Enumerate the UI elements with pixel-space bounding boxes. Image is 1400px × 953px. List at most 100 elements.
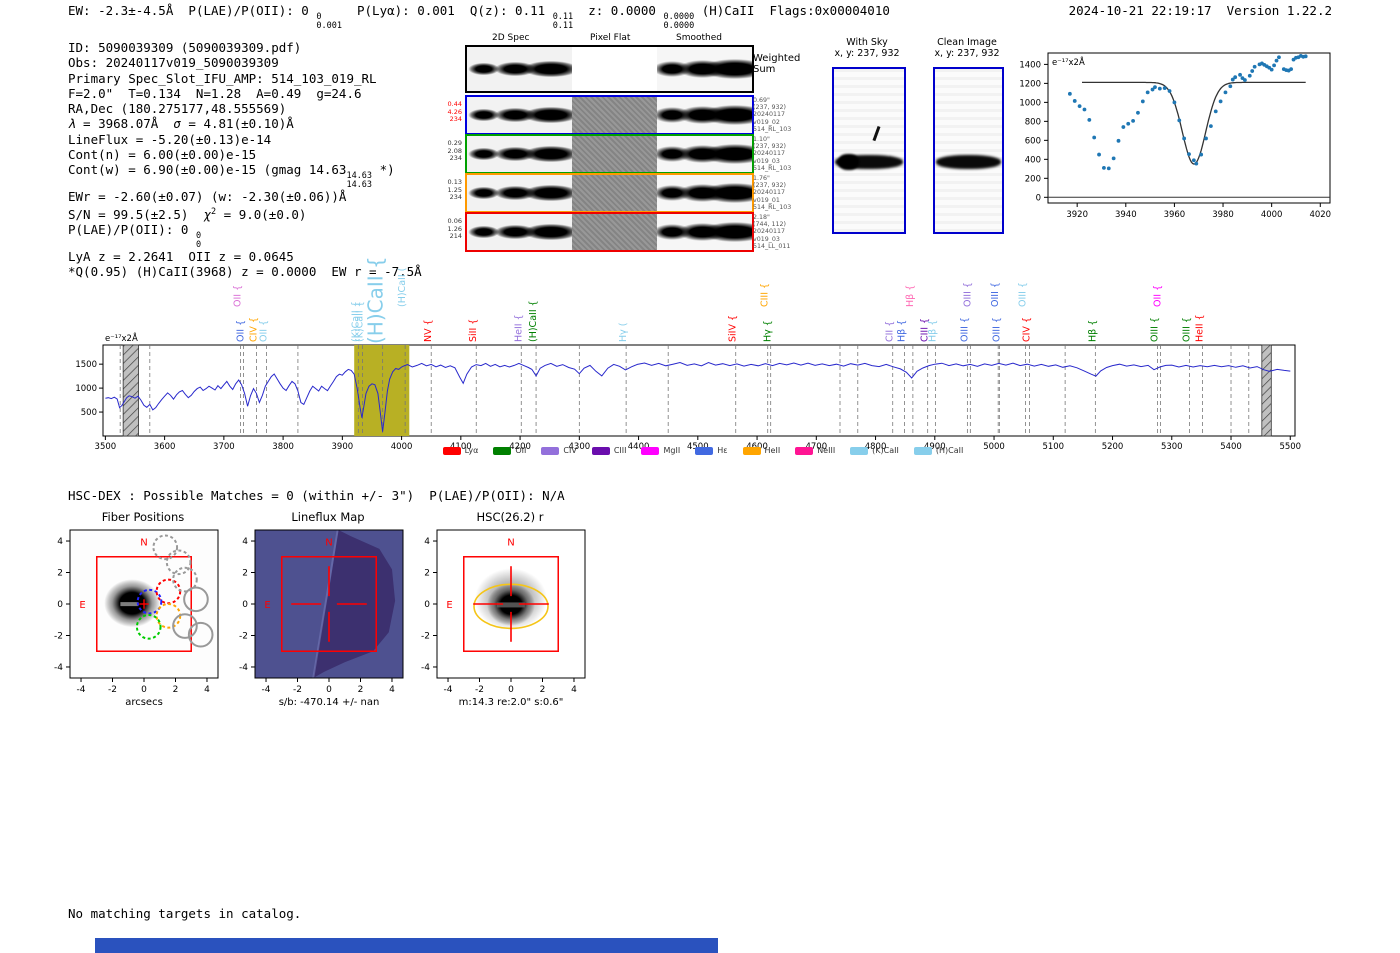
svg-text:-2: -2 (54, 631, 63, 641)
spectrum-point (1153, 85, 1157, 90)
legend-swatch (695, 446, 714, 455)
legend-item: Hε (695, 446, 728, 455)
panel-xlabel: arcsecs (125, 697, 163, 708)
emission-line-label: Hβ { (905, 285, 916, 307)
svg-text:1000: 1000 (1019, 98, 1041, 108)
pixel-flat-image (572, 136, 657, 172)
col-pixel-flat: Pixel Flat (590, 33, 631, 43)
spectrum-point (1177, 118, 1182, 123)
info-line: Primary Spec_Slot_IFU_AMP: 514_103_019_R… (68, 70, 377, 86)
svg-text:4: 4 (389, 685, 395, 695)
svg-text:4: 4 (242, 537, 248, 547)
svg-text:-2: -2 (475, 685, 484, 695)
version-label: Version 1.22.2 (1226, 3, 1332, 18)
svg-text:2: 2 (540, 685, 546, 695)
emission-line-label: OII { (259, 320, 270, 342)
north-label: N (140, 538, 147, 549)
svg-text:0: 0 (424, 600, 430, 610)
info-line: F=2.0" T=0.134 N=1.28 A=0.49 g=24.6 (68, 85, 362, 101)
fiber-positions-panel: -4 -4 -2 -2 0 0 2 2 4 4 arcsecs N E (54, 529, 219, 708)
spectrum-point (1182, 136, 1187, 141)
row-annotation: Weighted Sum (753, 53, 801, 75)
legend-swatch (742, 446, 761, 455)
svg-text:4000: 4000 (1261, 210, 1283, 220)
spectrum-point (1277, 55, 1281, 60)
spectrum-point (1250, 69, 1255, 73)
legend-swatch (541, 446, 560, 455)
emission-line-label: CIII { (760, 283, 771, 307)
svg-text:e⁻¹⁷x2Å: e⁻¹⁷x2Å (1052, 56, 1085, 68)
svg-text:-4: -4 (54, 663, 63, 673)
smoothed-image (657, 97, 752, 133)
spec2d-row (465, 134, 754, 174)
spectrum-point (1097, 152, 1101, 157)
legend-swatch (442, 446, 461, 455)
emission-line-label: NV { (423, 319, 434, 342)
smoothed-image (657, 47, 752, 91)
spectrum-point (1272, 63, 1276, 68)
lineflux-map-title: Lineflux Map (291, 510, 365, 524)
spectrum-point (1213, 109, 1218, 114)
svg-text:1200: 1200 (1019, 79, 1041, 89)
emission-line-label: CII { (885, 321, 896, 342)
spectrum-point (1303, 54, 1308, 59)
pixel-flat-image (572, 97, 657, 133)
col-smoothed: Smoothed (676, 33, 722, 43)
emission-line-label: HeII { (513, 314, 524, 342)
emission-line-label: OII { (232, 285, 243, 307)
detection-info-block: ID: 5090039309 (5090039309.pdf) Obs: 2024… (68, 40, 422, 280)
legend-item: CIV (541, 446, 577, 455)
info-line: RA,Dec (180.275177,48.555569) (68, 101, 287, 117)
north-label: N (325, 538, 332, 549)
footer-bar (95, 938, 718, 953)
svg-text:0: 0 (242, 600, 248, 610)
legend-item: MgII (641, 446, 680, 455)
spectrum-point (1199, 152, 1204, 157)
spectrum-point (1082, 107, 1087, 112)
emission-line-label: HeII { (1195, 314, 1206, 342)
spectrum-point (1131, 118, 1135, 123)
svg-text:800: 800 (1025, 117, 1041, 127)
svg-text:-4: -4 (262, 685, 271, 695)
emission-line-label: CIV { (1022, 317, 1033, 342)
emission-line-label: SiIV { (728, 315, 739, 342)
svg-text:4020: 4020 (1309, 210, 1331, 220)
smoothed-image (657, 214, 752, 250)
col-2d-spec: 2D Spec (492, 33, 530, 43)
spectrum-point (1145, 90, 1150, 95)
spectrum-point (1233, 75, 1238, 80)
row-annotation: 0.69" (237, 932) 20240117 v019_02 514_RL_103 (753, 97, 792, 133)
svg-text:3920: 3920 (1066, 210, 1088, 220)
withsky-title: With Sky x, y: 237, 932 (834, 37, 900, 59)
emission-line-label: OIII { (962, 282, 973, 307)
pixel-flat-image (572, 47, 657, 91)
svg-text:2: 2 (173, 685, 179, 695)
spectrum-point (1111, 156, 1116, 161)
svg-text:2: 2 (358, 685, 364, 695)
pixel-flat-image (572, 175, 657, 211)
spectrum-point (1208, 124, 1213, 129)
spectrum-point (1077, 104, 1082, 109)
emission-line-label: OII { (1153, 285, 1164, 307)
info-line: Cont(n) = 6.00(±0.00)e-15 (68, 147, 257, 163)
row-annotation: 2.18" (744, 112) 20240117 v019_03 514_LL_011 (753, 214, 791, 250)
withsky-image (832, 67, 906, 234)
row-stat-labels: 0.13 1.25 234 (447, 178, 462, 201)
legend-item: CIII (591, 446, 626, 455)
spectrum-point (1269, 67, 1274, 72)
spectrum-point (1072, 99, 1077, 103)
svg-text:4: 4 (204, 685, 210, 695)
legend-swatch (795, 446, 814, 455)
lineflux-map-panel: -4 -4 -2 -2 0 0 2 2 4 4 s/b: -470.14 +/- nan N E (239, 529, 404, 708)
spectrum-legend: Lyα OII CIV CIII MgII Hε HeII NeIII (K)CaII (H)Ca… (58, 446, 1348, 455)
east-label: E (446, 600, 452, 611)
svg-text:2: 2 (57, 569, 63, 579)
spectrum-point (1157, 86, 1162, 91)
cosmic-ray-mark (872, 126, 880, 142)
emission-line-label: OIII { (991, 317, 1002, 342)
legend-item: NeIII (795, 446, 835, 455)
info-line: λ = 3968.07Å σ = 4.81(±0.10)Å (68, 116, 294, 132)
svg-text:4: 4 (57, 537, 63, 547)
row-stat-labels: 0.06 1.26 214 (447, 217, 462, 240)
spectrum-point (1067, 91, 1072, 96)
